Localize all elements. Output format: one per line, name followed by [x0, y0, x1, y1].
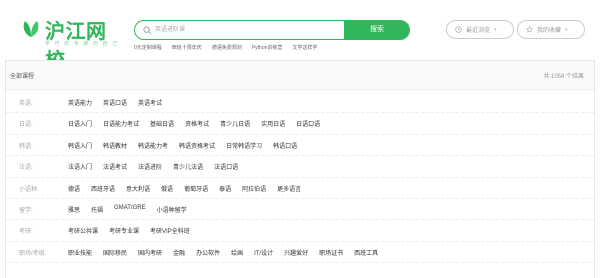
category-link[interactable]: 考研VIP全科班: [150, 226, 190, 235]
category-link[interactable]: GMAT/GRE: [114, 205, 146, 214]
search-input[interactable]: [155, 23, 335, 37]
category-link[interactable]: 英语能力: [68, 98, 92, 107]
category-row: 职场/考级: 职业技能 国际移民 国内考研 金融 办公软件 绘画 IT/设计 兴趣爱好 职场证书 西…: [6, 242, 594, 264]
category-link[interactable]: 西班牙语: [91, 184, 115, 193]
hot-searches: 0元定制课程 西班十周年庆 德语免费规划 Python训练营 文学这样学: [134, 44, 317, 51]
category-row: 法语: 法语入门 法语考试 法语进阶 青少儿法语 法语口语: [6, 156, 594, 178]
category-link[interactable]: 职场证书: [319, 248, 343, 257]
category-link[interactable]: 实用日语: [261, 119, 285, 128]
category-row-items: 职业技能 国际移民 国内考研 金融 办公软件 绘画 IT/设计 兴趣爱好 职场证书 西班工具: [68, 248, 378, 257]
category-link[interactable]: 国际移民: [103, 248, 127, 257]
recent-browse-label: 最近浏览: [466, 28, 491, 34]
site-logo[interactable]: 沪江网校 学 乐 坊 专 家 的 自 己: [20, 15, 120, 72]
category-row: 留学: 雅思 托福 GMAT/GRE 小语种留学: [6, 199, 594, 221]
category-link[interactable]: 国内考研: [138, 248, 162, 257]
category-link[interactable]: 托福: [91, 205, 103, 214]
category-row-items: 雅思 托福 GMAT/GRE 小语种留学: [68, 205, 187, 214]
category-link[interactable]: 小语种留学: [157, 205, 187, 214]
category-link[interactable]: 金融: [173, 248, 185, 257]
category-link[interactable]: 西班工具: [354, 248, 378, 257]
category-link[interactable]: 青少儿日语: [220, 119, 250, 128]
category-link[interactable]: 绘画: [231, 248, 243, 257]
course-filter-panel: 全部课程 共 1058 个结果 英语: 英语能力 英语口语 英语考试 日语: 日语入门 日语…: [5, 60, 595, 278]
favorites-label: 我的收藏: [537, 28, 562, 34]
category-row: 考研: 考研公共课 考研专业课 考研VIP全科班: [6, 220, 594, 242]
category-link[interactable]: 基础日语: [150, 119, 174, 128]
star-icon: [526, 26, 533, 33]
category-link[interactable]: 葡萄牙语: [184, 184, 208, 193]
hot-search-link[interactable]: 西班十周年庆: [172, 44, 202, 51]
category-link[interactable]: 法语口语: [214, 162, 238, 171]
hot-search-link[interactable]: 文学这样学: [292, 44, 317, 51]
leaf-logo-icon: [23, 21, 39, 37]
site-header: 沪江网校 学 乐 坊 专 家 的 自 己 搜索 0元定制课程 西班十周年庆 德语…: [0, 0, 600, 72]
category-link[interactable]: 职业技能: [68, 248, 92, 257]
category-link[interactable]: 韩语口语: [273, 141, 297, 150]
category-row: 小语种: 德语 西班牙语 意大利语 俄语 葡萄牙语 泰语 阿拉伯语 更多语言: [6, 178, 594, 199]
category-link[interactable]: 资格考试: [185, 119, 209, 128]
category-link[interactable]: IT/设计: [254, 248, 273, 257]
category-link[interactable]: 办公软件: [196, 248, 220, 257]
category-link[interactable]: 日语入门: [68, 119, 92, 128]
category-row-label: 小语种:: [19, 186, 39, 193]
category-link[interactable]: 日语口语: [296, 119, 320, 128]
chevron-down-icon: ▾: [565, 26, 568, 33]
search-button[interactable]: 搜索: [344, 21, 409, 39]
category-link[interactable]: 韩语入门: [68, 141, 92, 150]
category-row-items: 德语 西班牙语 意大利语 俄语 葡萄牙语 泰语 阿拉伯语 更多语言: [68, 184, 301, 193]
category-link[interactable]: 意大利语: [126, 184, 150, 193]
category-link[interactable]: 考研专业课: [109, 226, 139, 235]
category-row: 韩语: 韩语入门 韩语教材 韩语能力考 韩语资格考试 日常韩语学习 韩语口语: [6, 135, 594, 157]
clock-icon: [455, 26, 462, 33]
category-row-label: 法语:: [19, 165, 33, 172]
category-row: 日语: 日语入门 日语能力考试 基础日语 资格考试 青少儿日语 实用日语 日语口语: [6, 113, 594, 135]
category-link[interactable]: 韩语教材: [103, 141, 127, 150]
category-row-label: 韩语:: [19, 143, 33, 150]
category-link[interactable]: 韩语能力考: [138, 141, 168, 150]
hot-search-link[interactable]: Python训练营: [252, 44, 283, 51]
category-link[interactable]: 泰语: [219, 184, 231, 193]
category-link[interactable]: 英语考试: [138, 98, 162, 107]
category-link[interactable]: 法语入门: [68, 162, 92, 171]
panel-header: 全部课程 共 1058 个结果: [6, 61, 594, 90]
category-link[interactable]: 德语: [68, 184, 80, 193]
category-link[interactable]: 韩语资格考试: [179, 141, 215, 150]
search-bar: 搜索: [134, 20, 410, 40]
category-link[interactable]: 俄语: [161, 184, 173, 193]
hot-search-link[interactable]: 德语免费规划: [212, 44, 242, 51]
category-row-items: 韩语入门 韩语教材 韩语能力考 韩语资格考试 日常韩语学习 韩语口语: [68, 141, 297, 150]
category-link[interactable]: 法语进阶: [138, 162, 162, 171]
category-row-items: 法语入门 法语考试 法语进阶 青少儿法语 法语口语: [68, 162, 238, 171]
category-link[interactable]: 英语口语: [103, 98, 127, 107]
category-link[interactable]: 阿拉伯语: [242, 184, 266, 193]
logo-slogan: 学 乐 坊 专 家 的 自 己: [45, 41, 119, 47]
category-row-label: 留学:: [19, 207, 33, 214]
category-row-label: 考研:: [19, 229, 33, 236]
hot-search-link[interactable]: 0元定制课程: [134, 44, 162, 51]
search-icon: [143, 26, 152, 35]
result-count: 共 1058 个结果: [543, 74, 584, 80]
chevron-down-icon: ▾: [494, 26, 497, 33]
category-link[interactable]: 日常韩语学习: [226, 141, 262, 150]
category-link[interactable]: 兴趣爱好: [284, 248, 308, 257]
category-row-items: 考研公共课 考研专业课 考研VIP全科班: [68, 226, 190, 235]
category-link[interactable]: 雅思: [68, 205, 80, 214]
favorites-button[interactable]: 我的收藏 ▾: [517, 20, 585, 39]
category-row-items: 日语入门 日语能力考试 基础日语 资格考试 青少儿日语 实用日语 日语口语: [68, 119, 320, 128]
category-row-label: 英语:: [19, 101, 33, 107]
category-link[interactable]: 考研公共课: [68, 226, 98, 235]
category-row-label: 日语:: [19, 122, 33, 129]
category-row-items: 英语能力 英语口语 英语考试: [68, 98, 162, 107]
category-link[interactable]: 法语考试: [103, 162, 127, 171]
category-row: 英语: 英语能力 英语口语 英语考试: [6, 92, 594, 114]
category-link[interactable]: 更多语言: [277, 184, 301, 193]
category-rows: 英语: 英语能力 英语口语 英语考试日语: 日语入门 日语能力考试 基础日语 资格考试 青少儿日…: [6, 92, 594, 264]
category-link[interactable]: 日语能力考试: [103, 119, 139, 128]
category-row-label: 职场/考级:: [19, 250, 47, 257]
category-link[interactable]: 青少儿法语: [173, 162, 203, 171]
recent-browse-button[interactable]: 最近浏览 ▾: [446, 20, 514, 39]
panel-title[interactable]: 全部课程: [10, 71, 34, 80]
